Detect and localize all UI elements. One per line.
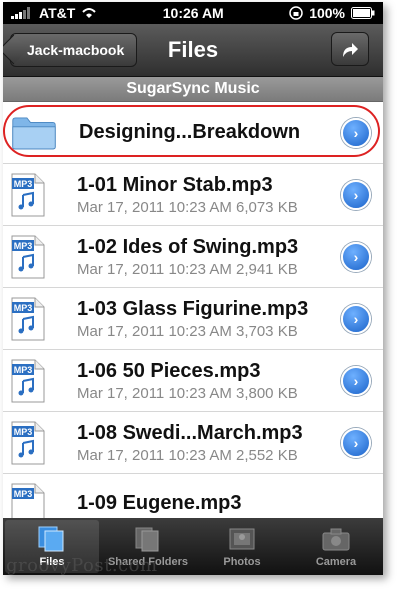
tab-camera-label: Camera bbox=[315, 556, 357, 568]
clock: 10:26 AM bbox=[162, 5, 224, 21]
svg-text:MP3: MP3 bbox=[14, 303, 33, 313]
wifi-icon bbox=[82, 8, 97, 18]
disclosure-button[interactable]: › bbox=[341, 241, 371, 272]
folder-icon bbox=[12, 117, 56, 149]
mp3-file-icon: MP3 bbox=[11, 297, 45, 340]
file-name: 1-02 Ides of Swing.mp3 bbox=[77, 235, 299, 258]
file-meta: Mar 17, 2011 10:23 AM 2,552 KB bbox=[77, 446, 298, 464]
file-row[interactable]: MP3 1-02 Ides of Swing.mp3 Mar 17, 2011 … bbox=[3, 226, 383, 288]
file-meta: Mar 17, 2011 10:23 AM 2,941 KB bbox=[77, 260, 298, 278]
tab-files[interactable]: Files bbox=[5, 520, 99, 573]
chevron-right-icon: › bbox=[353, 186, 359, 203]
file-row[interactable]: MP3 1-06 50 Pieces.mp3 Mar 17, 2011 10:2… bbox=[3, 350, 383, 412]
file-list: Designing...Breakdown › MP3 1-01 Minor S… bbox=[3, 102, 383, 536]
svg-text:MP3: MP3 bbox=[14, 241, 33, 251]
disclosure-button[interactable]: › bbox=[341, 117, 371, 148]
photos-icon bbox=[229, 528, 255, 550]
file-name: 1-01 Minor Stab.mp3 bbox=[77, 173, 273, 196]
tab-camera[interactable]: Camera bbox=[289, 518, 383, 575]
svg-text:MP3: MP3 bbox=[14, 489, 33, 499]
files-icon bbox=[38, 526, 64, 552]
share-button[interactable] bbox=[331, 32, 369, 66]
mp3-file-icon: MP3 bbox=[11, 173, 45, 216]
svg-text:MP3: MP3 bbox=[14, 427, 33, 437]
shared-folders-icon bbox=[135, 527, 159, 552]
mp3-file-icon: MP3 bbox=[11, 235, 45, 278]
chevron-right-icon: › bbox=[353, 124, 359, 141]
file-row[interactable]: MP3 1-03 Glass Figurine.mp3 Mar 17, 2011… bbox=[3, 288, 383, 350]
phone-screen: AT&T 10:26 AM 100% Jack-macbook Files Su… bbox=[3, 2, 383, 575]
status-bar: AT&T 10:26 AM 100% bbox=[3, 2, 383, 24]
file-row[interactable]: MP3 1-01 Minor Stab.mp3 Mar 17, 2011 10:… bbox=[3, 164, 383, 226]
svg-text:MP3: MP3 bbox=[14, 365, 33, 375]
file-name: 1-09 Eugene.mp3 bbox=[77, 492, 242, 514]
file-name: 1-08 Swedi...March.mp3 bbox=[77, 421, 303, 444]
file-meta: Mar 17, 2011 10:23 AM 3,703 KB bbox=[77, 322, 298, 340]
svg-text:MP3: MP3 bbox=[14, 179, 33, 189]
battery-icon bbox=[351, 7, 375, 19]
file-name: 1-03 Glass Figurine.mp3 bbox=[77, 297, 309, 320]
tab-shared-folders[interactable]: Shared Folders bbox=[101, 518, 195, 575]
section-header: SugarSync Music bbox=[3, 77, 383, 102]
tab-photos[interactable]: Photos bbox=[195, 518, 289, 575]
tab-shared-folders-label: Shared Folders bbox=[107, 556, 189, 568]
back-button-label: Jack-macbook bbox=[27, 42, 125, 58]
tab-files-label: Files bbox=[39, 556, 65, 568]
signal-icon bbox=[11, 7, 30, 19]
battery-percent: 100% bbox=[309, 5, 345, 21]
file-meta: Mar 17, 2011 10:23 AM 6,073 KB bbox=[77, 198, 298, 216]
file-name: 1-06 50 Pieces.mp3 bbox=[77, 359, 261, 382]
back-button[interactable]: Jack-macbook bbox=[10, 33, 138, 67]
chevron-right-icon: › bbox=[353, 434, 359, 451]
file-row[interactable]: MP3 1-08 Swedi...March.mp3 Mar 17, 2011 … bbox=[3, 412, 383, 474]
chevron-right-icon: › bbox=[353, 372, 359, 389]
folder-row[interactable]: Designing...Breakdown › bbox=[3, 102, 383, 164]
mp3-file-icon: MP3 bbox=[11, 359, 45, 402]
chevron-right-icon: › bbox=[353, 310, 359, 327]
disclosure-button[interactable]: › bbox=[341, 303, 371, 334]
disclosure-button[interactable]: › bbox=[341, 179, 371, 210]
navigation-bar: Jack-macbook Files bbox=[3, 24, 383, 77]
folder-name: Designing...Breakdown bbox=[79, 121, 301, 143]
disclosure-button[interactable]: › bbox=[341, 427, 371, 458]
disclosure-button[interactable]: › bbox=[341, 365, 371, 396]
chevron-right-icon: › bbox=[353, 248, 359, 265]
tab-photos-label: Photos bbox=[223, 556, 261, 568]
carrier-label: AT&T bbox=[39, 5, 76, 21]
tab-bar: Files Shared Folders Photos Camera bbox=[3, 518, 383, 575]
rotation-lock-icon bbox=[289, 6, 303, 20]
mp3-file-icon: MP3 bbox=[11, 421, 45, 464]
file-meta: Mar 17, 2011 10:23 AM 3,800 KB bbox=[77, 384, 298, 402]
forward-arrow-icon bbox=[343, 43, 358, 57]
camera-icon bbox=[322, 528, 350, 551]
